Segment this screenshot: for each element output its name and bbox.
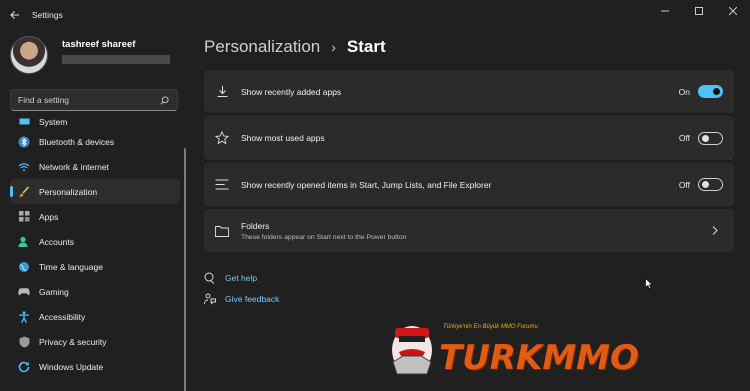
- maximize-button[interactable]: [682, 0, 716, 22]
- wifi-icon: [18, 161, 30, 173]
- sidebar-item-network[interactable]: Network & internet: [10, 154, 180, 179]
- setting-label: Show recently added apps: [241, 86, 342, 97]
- setting-recently-added-apps[interactable]: Show recently added apps On: [204, 70, 734, 113]
- folders-description: These folders appear on Start next to th…: [241, 233, 407, 241]
- search-input[interactable]: [18, 95, 158, 105]
- search-box[interactable]: [10, 89, 178, 111]
- setting-recently-opened-items[interactable]: Show recently opened items in Start, Jum…: [204, 163, 734, 206]
- sidebar-item-label: Bluetooth & devices: [39, 136, 115, 147]
- chevron-right-icon: [712, 226, 720, 236]
- breadcrumb-parent[interactable]: Personalization: [204, 37, 320, 57]
- close-icon: [729, 7, 737, 15]
- download-icon: [215, 85, 229, 99]
- sidebar-item-bluetooth[interactable]: Bluetooth & devices: [10, 129, 180, 154]
- accounts-icon: [18, 236, 30, 248]
- profile-email-redacted: [62, 55, 170, 64]
- toggle-state-label: On: [678, 86, 690, 97]
- toggle-state-label: Off: [678, 179, 690, 190]
- gamepad-icon: [18, 286, 30, 298]
- sidebar-item-label: System: [39, 118, 68, 127]
- watermark-brand: TURKMMO: [439, 338, 639, 378]
- sidebar-item-label: Personalization: [39, 186, 98, 197]
- sidebar-item-accessibility[interactable]: Accessibility: [10, 304, 180, 329]
- back-button[interactable]: [0, 0, 30, 30]
- setting-label: Show recently opened items in Start, Jum…: [241, 179, 492, 190]
- search-icon[interactable]: [158, 94, 170, 106]
- sidebar: tashreef shareef System Bluetooth & devi…: [0, 30, 190, 391]
- sidebar-item-label: Accounts: [39, 236, 74, 247]
- most-used-apps-toggle[interactable]: [698, 131, 723, 145]
- folders-title: Folders: [241, 220, 270, 231]
- app-title: Settings: [32, 10, 63, 20]
- breadcrumb-separator: ›: [331, 39, 336, 55]
- give-feedback-link[interactable]: Give feedback: [204, 293, 279, 305]
- recently-opened-items-toggle[interactable]: [698, 178, 723, 191]
- watermark-tagline: Türkiye'nin En Büyük MMO Forumu: [443, 324, 538, 330]
- sidebar-item-label: Gaming: [39, 286, 69, 297]
- setting-most-used-apps[interactable]: Show most used apps Off: [204, 116, 734, 160]
- user-profile[interactable]: tashreef shareef: [10, 36, 170, 74]
- feedback-icon: [204, 293, 216, 305]
- mascot-logo-icon: [392, 326, 432, 375]
- close-button[interactable]: [716, 0, 750, 22]
- mouse-cursor-icon: [645, 278, 653, 289]
- shield-icon: [18, 336, 30, 348]
- sidebar-item-privacy[interactable]: Privacy & security: [10, 329, 180, 354]
- apps-icon: [18, 211, 30, 223]
- setting-folders[interactable]: Folders These folders appear on Start ne…: [204, 209, 734, 252]
- recently-added-apps-toggle[interactable]: [698, 85, 723, 98]
- update-icon: [18, 361, 30, 373]
- accessibility-icon: [18, 310, 30, 323]
- sidebar-item-label: Apps: [39, 211, 59, 222]
- help-chat-icon: [204, 272, 216, 284]
- breadcrumb: Personalization › Start: [204, 37, 386, 57]
- toggle-state-label: Off: [678, 133, 690, 143]
- brush-icon: [18, 185, 30, 198]
- setting-label: Show most used apps: [241, 133, 325, 143]
- sidebar-item-label: Network & internet: [39, 161, 109, 172]
- sidebar-item-gaming[interactable]: Gaming: [10, 279, 180, 304]
- sidebar-item-label: Privacy & security: [39, 336, 107, 347]
- sidebar-scrollbar[interactable]: [184, 148, 186, 391]
- system-icon: [18, 118, 30, 128]
- sidebar-item-windows-update[interactable]: Windows Update: [10, 354, 180, 379]
- sidebar-nav: System Bluetooth & devices Network & int…: [10, 118, 180, 391]
- folder-icon: [215, 224, 229, 238]
- minimize-button[interactable]: [648, 0, 682, 22]
- list-icon: [215, 178, 229, 192]
- sidebar-item-time-language[interactable]: Time & language: [10, 254, 180, 279]
- avatar: [10, 36, 48, 74]
- globe-icon: [18, 261, 30, 273]
- bluetooth-icon: [18, 136, 30, 148]
- sidebar-item-accounts[interactable]: Accounts: [10, 229, 180, 254]
- sidebar-item-personalization[interactable]: Personalization: [10, 179, 180, 204]
- sidebar-item-label: Windows Update: [39, 361, 104, 372]
- star-icon: [215, 131, 229, 145]
- page-title: Start: [346, 37, 386, 56]
- get-help-label: Get help: [225, 273, 258, 283]
- get-help-link[interactable]: Get help: [204, 272, 257, 284]
- maximize-icon: [695, 7, 703, 15]
- watermark-logo: Türkiye'nin En Büyük MMO Forumu TURKMMO: [385, 318, 639, 380]
- sidebar-item-system[interactable]: System: [10, 118, 180, 129]
- window-controls: [648, 0, 750, 22]
- give-feedback-label: Give feedback: [225, 294, 280, 304]
- title-bar: Settings: [0, 0, 750, 30]
- profile-name: tashreef shareef: [62, 39, 136, 50]
- arrow-left-icon: [10, 11, 19, 19]
- minimize-icon: [661, 10, 669, 12]
- sidebar-item-label: Accessibility: [39, 311, 86, 322]
- sidebar-item-label: Time & language: [39, 261, 103, 272]
- sidebar-item-apps[interactable]: Apps: [10, 204, 180, 229]
